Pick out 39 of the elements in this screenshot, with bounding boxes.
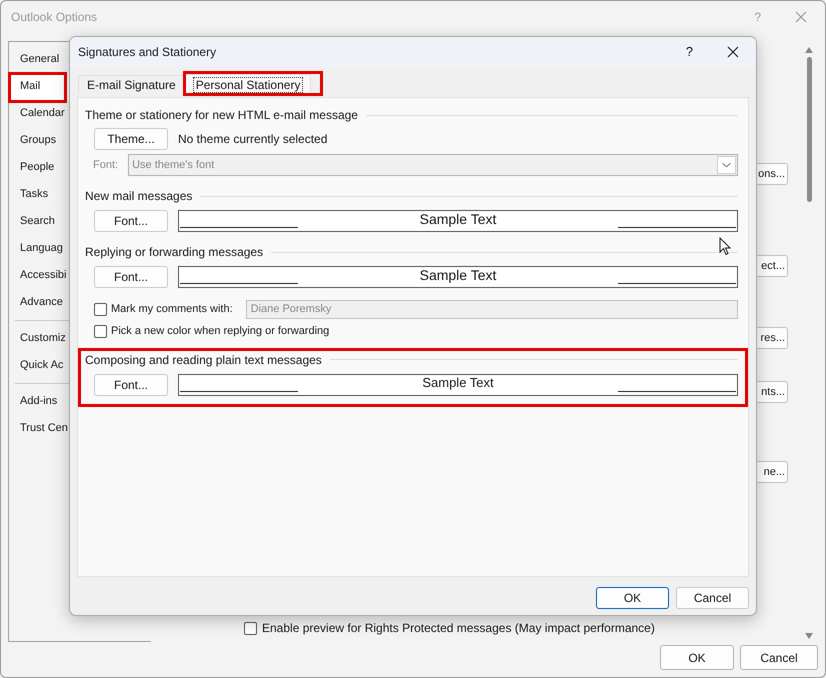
font-sample: Sample Text xyxy=(178,210,738,232)
options-button[interactable]: ons... xyxy=(756,163,788,185)
ok-button[interactable]: OK xyxy=(596,587,669,609)
ok-button[interactable]: OK xyxy=(660,645,734,670)
font-button[interactable]: Font... xyxy=(94,374,168,396)
checkbox[interactable] xyxy=(244,622,257,634)
font-button[interactable]: Font... xyxy=(94,266,168,288)
section-title: Theme or stationery for new HTML e-mail message xyxy=(85,107,358,124)
cancel-button[interactable]: Cancel xyxy=(740,645,818,670)
scroll-down-icon[interactable] xyxy=(805,633,813,639)
font-sample: Sample Text xyxy=(178,266,738,288)
option-label: Enable preview for Rights Protected messages (May impact performance) xyxy=(262,620,655,637)
section-title: Composing and reading plain text messages xyxy=(85,352,322,368)
font-label: Font: xyxy=(93,158,118,173)
close-icon[interactable] xyxy=(727,46,739,58)
scrollbar-thumb[interactable] xyxy=(806,57,812,202)
help-button[interactable]: ? xyxy=(686,42,693,62)
highlight-frame xyxy=(8,72,67,103)
chevron-down-icon xyxy=(717,156,736,174)
theme-status: No theme currently selected xyxy=(178,131,328,148)
dialog-title: Signatures and Stationery xyxy=(78,44,216,61)
options-button[interactable]: res... xyxy=(756,327,788,349)
checkbox[interactable] xyxy=(94,324,107,338)
options-button[interactable]: nts... xyxy=(756,381,788,403)
cancel-button[interactable]: Cancel xyxy=(676,587,749,609)
section-title: New mail messages xyxy=(85,188,192,205)
checkbox[interactable] xyxy=(94,303,107,316)
window-title: Outlook Options xyxy=(11,9,98,26)
option-label: Pick a new color when replying or forwarding xyxy=(111,324,330,339)
section-title: Replying or forwarding messages xyxy=(85,244,264,261)
options-button[interactable]: ne... xyxy=(756,461,788,483)
font-sample: Sample Text xyxy=(178,374,738,396)
option-label: Mark my comments with: xyxy=(111,302,233,318)
font-button[interactable]: Font... xyxy=(94,210,168,232)
tab[interactable]: E-mail Signature xyxy=(78,75,185,94)
scroll-up-icon[interactable] xyxy=(805,47,813,53)
theme-button[interactable]: Theme... xyxy=(94,128,168,150)
options-button[interactable]: ect... xyxy=(756,255,788,277)
mouse-cursor-icon xyxy=(719,237,731,256)
